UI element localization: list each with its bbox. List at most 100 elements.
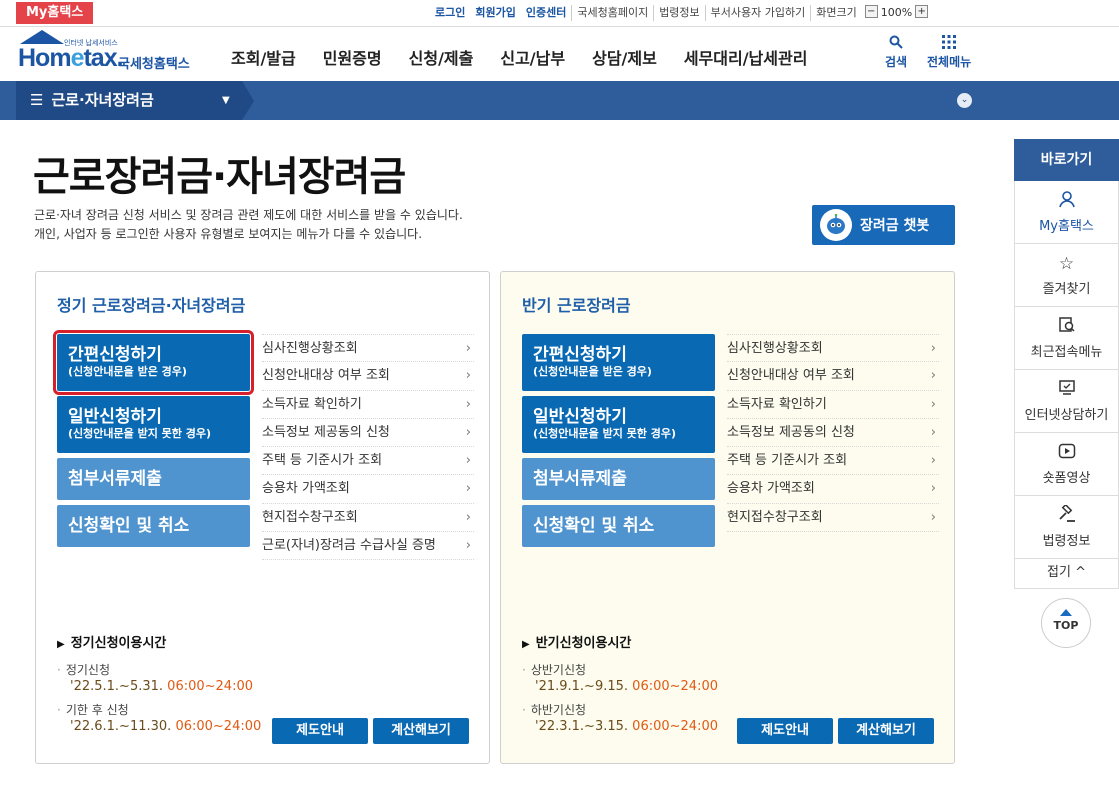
quick-favorites[interactable]: ☆ 즐겨찾기 bbox=[1014, 244, 1119, 307]
half-year-incentive-panel: 반기 근로장려금 간편신청하기 (신청안내문을 받은 경우) 일반신청하기 (신… bbox=[500, 271, 955, 764]
link-review-status[interactable]: 심사진행상황조회 › bbox=[727, 334, 939, 363]
hours-item-label: · 기한 후 신청 bbox=[57, 703, 129, 717]
chatbot-button[interactable]: 장려금 챗봇 bbox=[812, 205, 955, 245]
link-car-price[interactable]: 승용차 가액조회 › bbox=[262, 475, 474, 504]
link-income-consent[interactable]: 소득정보 제공동의 신청 › bbox=[727, 419, 939, 448]
all-menu-label: 전체메뉴 bbox=[927, 55, 972, 69]
link-house-price[interactable]: 주택 등 기준시가 조회 › bbox=[727, 447, 939, 476]
submit-docs-button[interactable]: 첨부서류제출 bbox=[522, 458, 715, 500]
zoom-level: 100% bbox=[880, 6, 913, 19]
quick-myhometax[interactable]: My홈택스 bbox=[1014, 181, 1119, 244]
search-button[interactable]: 검색 bbox=[885, 35, 907, 70]
grid-menu-icon bbox=[927, 35, 971, 51]
hours-item-label: · 상반기신청 bbox=[522, 663, 587, 677]
login-link[interactable]: 로그인 bbox=[430, 5, 470, 21]
chevron-right-icon: › bbox=[930, 341, 936, 356]
law-info-link[interactable]: 법령정보 bbox=[653, 5, 704, 21]
location-bar: ☰ 근로·자녀장려금 ▼ ⌄ bbox=[0, 81, 1119, 120]
hours-section: ▶ 정기신청이용시간 · 정기신청 '22.5.1.~5.31. 06:00~24:… bbox=[57, 632, 261, 742]
link-car-price[interactable]: 승용차 가액조회 › bbox=[727, 475, 939, 504]
panel-title: 반기 근로장려금 bbox=[522, 296, 631, 315]
chevron-right-icon: › bbox=[465, 424, 471, 440]
link-house-price[interactable]: 주택 등 기준시가 조회 › bbox=[262, 447, 474, 476]
quick-online-consult[interactable]: 인터넷상담하기 bbox=[1014, 370, 1119, 433]
dropdown-caret-icon: ▼ bbox=[222, 95, 230, 106]
link-income-check[interactable]: 소득자료 확인하기 › bbox=[727, 391, 939, 419]
chevron-right-icon: › bbox=[465, 538, 471, 554]
link-local-desk[interactable]: 현지접수창구조회 › bbox=[262, 504, 474, 533]
zoom-out-button[interactable]: − bbox=[864, 5, 878, 18]
location-current-dropdown[interactable]: ☰ 근로·자녀장려금 bbox=[16, 81, 242, 120]
system-guide-button[interactable]: 제도안내 bbox=[737, 718, 833, 744]
calculate-button[interactable]: 계산해보기 bbox=[373, 718, 469, 744]
confirm-cancel-button[interactable]: 신청확인 및 취소 bbox=[522, 505, 715, 547]
general-apply-button[interactable]: 일반신청하기 (신청안내문을 받지 못한 경우) bbox=[522, 396, 715, 453]
link-list: 심사진행상황조회 › 신청안내대상 여부 조회 › 소득자료 확인하기 › 소득정보 … bbox=[262, 334, 474, 561]
simple-apply-button[interactable]: 간편신청하기 (신청안내문을 받은 경우) bbox=[53, 330, 254, 395]
triangle-icon: ▶ bbox=[522, 639, 530, 650]
main-nav: 조회/발급 민원증명 신청/제출 신고/납부 상담/제보 세무대리/납세관리 bbox=[231, 45, 834, 69]
hours-title: ▶ 반기신청이용시간 bbox=[522, 636, 632, 651]
scroll-top-button[interactable]: TOP bbox=[1041, 598, 1091, 648]
system-guide-button[interactable]: 제도안내 bbox=[272, 718, 368, 744]
hours-section: ▶ 반기신청이용시간 · 상반기신청 '21.9.1.~9.15. 06:00~24… bbox=[522, 632, 718, 742]
nts-homepage-link[interactable]: 국세청홈페이지 bbox=[571, 5, 653, 21]
expand-circle-icon[interactable]: ⌄ bbox=[957, 93, 972, 108]
nav-certificate[interactable]: 민원증명 bbox=[323, 45, 382, 69]
chevron-right-icon: › bbox=[930, 509, 936, 525]
quick-recent-menu[interactable]: 최근접속메뉴 bbox=[1014, 307, 1119, 370]
link-list: 심사진행상황조회 › 신청안내대상 여부 조회 › 소득자료 확인하기 › 소득정보 … bbox=[727, 334, 939, 533]
cert-center-link[interactable]: 인증센터 bbox=[521, 5, 571, 21]
myhometax-tab[interactable]: My홈택스 bbox=[16, 2, 94, 24]
chevron-right-icon: › bbox=[930, 424, 936, 440]
hours-item-label: · 하반기신청 bbox=[522, 703, 587, 717]
link-target-inquiry[interactable]: 신청안내대상 여부 조회 › bbox=[262, 362, 474, 391]
location-arrow bbox=[242, 81, 254, 120]
chevron-right-icon: › bbox=[465, 481, 471, 497]
dept-user-signup-link[interactable]: 부서사용자 가입하기 bbox=[704, 5, 811, 21]
all-menu-button[interactable]: 전체메뉴 bbox=[927, 35, 971, 70]
link-income-check[interactable]: 소득자료 확인하기 › bbox=[262, 391, 474, 419]
arrow-up-icon bbox=[1060, 609, 1072, 616]
quick-shortform-video[interactable]: 숏폼영상 bbox=[1014, 433, 1119, 496]
page-title: 근로장려금·자녀장려금 bbox=[33, 154, 406, 200]
link-receipt-certificate[interactable]: 근로(자녀)장려금 수급사실 증명 › bbox=[262, 532, 474, 561]
chevron-right-icon: › bbox=[930, 396, 936, 412]
hometax-logo[interactable]: 인터넷 납세서비스 Hometax. 국세청홈택스 bbox=[14, 30, 204, 74]
nav-tax-agent[interactable]: 세무대리/납세관리 bbox=[684, 45, 808, 69]
monitor-icon bbox=[1015, 379, 1118, 401]
chevron-right-icon: › bbox=[930, 368, 936, 384]
chevron-right-icon: › bbox=[465, 341, 471, 356]
header: 인터넷 납세서비스 Hometax. 국세청홈택스 조회/발급 민원증명 신청/… bbox=[0, 27, 1119, 81]
hours-item-date: '21.9.1.~9.15. 06:00~24:00 bbox=[535, 679, 718, 694]
nav-consult[interactable]: 상담/제보 bbox=[592, 45, 657, 69]
nav-application[interactable]: 신청/제출 bbox=[409, 45, 474, 69]
chevron-right-icon: › bbox=[465, 453, 471, 469]
panel-footer-buttons: 제도안내 계산해보기 bbox=[737, 718, 934, 744]
chevron-right-icon: › bbox=[465, 396, 471, 412]
confirm-cancel-button[interactable]: 신청확인 및 취소 bbox=[57, 505, 250, 547]
general-apply-button[interactable]: 일반신청하기 (신청안내문을 받지 못한 경우) bbox=[57, 396, 250, 453]
chevron-right-icon: › bbox=[465, 368, 471, 384]
quick-menu: 바로가기 My홈택스 ☆ 즐겨찾기 최근접속메뉴 인터넷상담하기 숏폼영상 법령… bbox=[1014, 139, 1119, 589]
link-review-status[interactable]: 심사진행상황조회 › bbox=[262, 334, 474, 363]
calculate-button[interactable]: 계산해보기 bbox=[838, 718, 934, 744]
quick-law-info[interactable]: 법령정보 bbox=[1014, 496, 1119, 559]
signup-link[interactable]: 회원가입 bbox=[470, 5, 520, 21]
hours-item-date: '22.6.1.~11.30. 06:00~24:00 bbox=[70, 719, 262, 734]
submit-docs-button[interactable]: 첨부서류제출 bbox=[57, 458, 250, 500]
page-description: 근로·자녀 장려금 신청 서비스 및 장려금 관련 제도에 대한 서비스를 받을… bbox=[34, 208, 463, 241]
fold-button[interactable]: 접기 ^ bbox=[1014, 559, 1119, 589]
zoom-in-button[interactable]: + bbox=[915, 5, 929, 18]
link-local-desk[interactable]: 현지접수창구조회 › bbox=[727, 504, 939, 533]
link-income-consent[interactable]: 소득정보 제공동의 신청 › bbox=[262, 419, 474, 448]
nav-report-pay[interactable]: 신고/납부 bbox=[500, 45, 565, 69]
nav-inquiry[interactable]: 조회/발급 bbox=[231, 45, 296, 69]
panel-title: 정기 근로장려금·자녀장려금 bbox=[57, 296, 246, 315]
simple-apply-button[interactable]: 간편신청하기 (신청안내문을 받은 경우) bbox=[522, 334, 715, 391]
link-target-inquiry[interactable]: 신청안내대상 여부 조회 › bbox=[727, 362, 939, 391]
chevron-right-icon: › bbox=[465, 509, 471, 525]
regular-incentive-panel: 정기 근로장려금·자녀장려금 간편신청하기 (신청안내문을 받은 경우) 일반신… bbox=[35, 271, 490, 764]
gavel-icon bbox=[1015, 503, 1118, 527]
logo-wordmark: Hometax. bbox=[18, 44, 124, 72]
